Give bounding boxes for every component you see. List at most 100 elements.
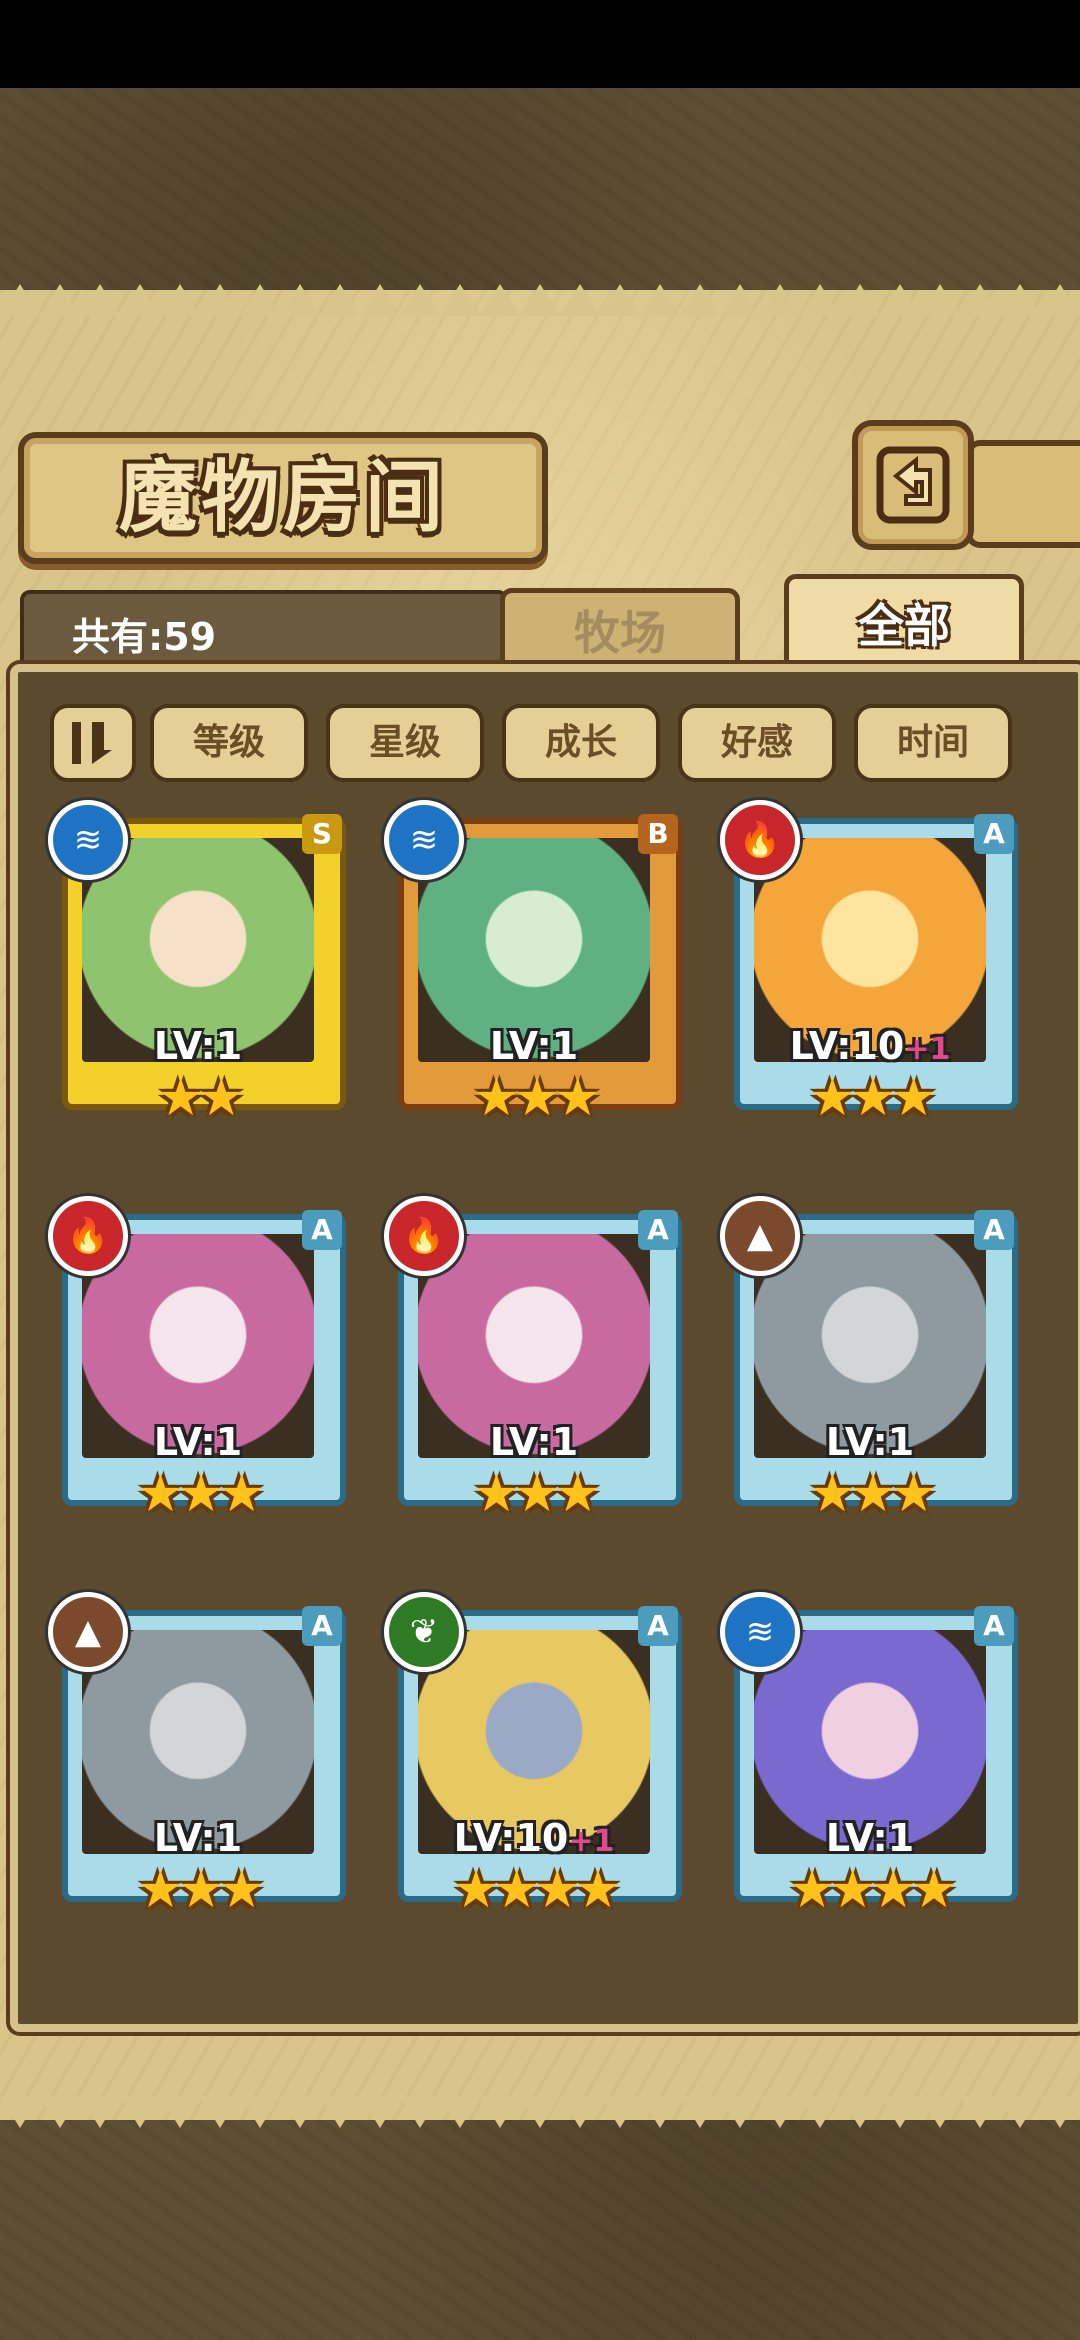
monster-card[interactable]: 🔥 A LV:1 ★★★ <box>48 1196 348 1526</box>
star-icon: ★ <box>513 1464 561 1524</box>
level-text: LV:1 <box>153 1816 243 1860</box>
return-arrow-icon <box>876 446 950 524</box>
star-icon: ★ <box>829 1860 876 1920</box>
rank-badge: A <box>974 814 1014 854</box>
star-icon: ★ <box>574 1860 622 1920</box>
level-label: LV:1 <box>82 1420 314 1464</box>
monster-card[interactable]: 🔥 A LV:1 ★★★ <box>384 1196 684 1526</box>
back-button-extension <box>966 440 1080 548</box>
star-icon: ★ <box>198 1068 245 1128</box>
star-icon: ★ <box>473 1464 520 1524</box>
rank-badge: A <box>974 1606 1014 1646</box>
top-zigzag-border <box>0 284 1080 316</box>
star-icon: ★ <box>809 1464 856 1524</box>
star-icon: ★ <box>218 1860 265 1920</box>
level-text: LV:1 <box>489 1420 579 1464</box>
rank-badge: A <box>302 1210 342 1250</box>
star-icon: ★ <box>218 1464 265 1524</box>
level-label: LV:1 <box>418 1024 650 1068</box>
wood-element-icon: ❦ <box>384 1592 464 1672</box>
star-icon: ★ <box>513 1068 561 1128</box>
level-label: LV:1 <box>754 1816 986 1860</box>
star-icon: ★ <box>554 1068 601 1128</box>
water-element-icon: ≋ <box>48 800 128 880</box>
rank-badge: A <box>638 1210 678 1250</box>
water-element-icon: ≋ <box>384 800 464 880</box>
title-plate: 魔物房间 <box>18 432 548 564</box>
star-rating: ★★ <box>48 1068 348 1128</box>
star-rating: ★★★★ <box>384 1860 684 1920</box>
level-text: LV:1 <box>825 1420 915 1464</box>
sort-level-button[interactable]: 等级 <box>150 704 308 782</box>
level-label: LV:1 <box>754 1420 986 1464</box>
monster-card[interactable]: ▲ A LV:1 ★★★ <box>48 1592 348 1922</box>
sort-time-button[interactable]: 时间 <box>854 704 1012 782</box>
star-rating: ★★★ <box>48 1464 348 1524</box>
star-icon: ★ <box>534 1860 581 1920</box>
sort-growth-button[interactable]: 成长 <box>502 704 660 782</box>
rank-badge: A <box>302 1606 342 1646</box>
monster-card[interactable]: ≋ B LV:1 ★★★ <box>384 800 684 1130</box>
monster-card[interactable]: ≋ A LV:1 ★★★★ <box>720 1592 1020 1922</box>
level-label: LV:10+1 <box>754 1024 986 1068</box>
tab-all[interactable]: 全部 <box>784 574 1024 673</box>
bottom-zigzag-border <box>0 2096 1080 2128</box>
star-icon: ★ <box>788 1860 836 1920</box>
star-rating: ★★★ <box>384 1464 684 1524</box>
star-icon: ★ <box>473 1068 520 1128</box>
monster-count: 共有:59 <box>72 615 217 659</box>
sort-star-button[interactable]: 星级 <box>326 704 484 782</box>
star-icon: ★ <box>554 1464 601 1524</box>
rank-badge: A <box>974 1210 1014 1250</box>
level-text: LV:10 <box>789 1024 905 1068</box>
level-label: LV:1 <box>418 1420 650 1464</box>
fire-element-icon: 🔥 <box>48 1196 128 1276</box>
star-icon: ★ <box>157 1068 204 1128</box>
star-rating: ★★★ <box>720 1464 1020 1524</box>
star-rating: ★★★ <box>48 1860 348 1920</box>
star-icon: ★ <box>137 1464 184 1524</box>
rank-badge: B <box>638 814 678 854</box>
earth-element-icon: ▲ <box>48 1592 128 1672</box>
back-button[interactable] <box>852 420 974 550</box>
fire-element-icon: 🔥 <box>384 1196 464 1276</box>
level-bonus: +1 <box>568 1824 615 1859</box>
page-title: 魔物房间 <box>118 453 447 543</box>
star-icon: ★ <box>493 1860 540 1920</box>
sort-affinity-button[interactable]: 好感 <box>678 704 836 782</box>
star-icon: ★ <box>870 1860 917 1920</box>
star-rating: ★★★ <box>720 1068 1020 1128</box>
star-icon: ★ <box>809 1068 856 1128</box>
star-rating: ★★★★ <box>720 1860 1020 1920</box>
level-text: LV:1 <box>489 1024 579 1068</box>
sort-order-icon <box>72 722 112 764</box>
level-label: LV:1 <box>82 1816 314 1860</box>
star-icon: ★ <box>910 1860 958 1920</box>
star-icon: ★ <box>890 1068 937 1128</box>
status-bar <box>0 0 1080 88</box>
star-icon: ★ <box>137 1860 184 1920</box>
level-text: LV:1 <box>153 1024 243 1068</box>
level-label: LV:1 <box>82 1024 314 1068</box>
fire-element-icon: 🔥 <box>720 800 800 880</box>
level-text: LV:1 <box>153 1420 243 1464</box>
monster-card[interactable]: ❦ A LV:10+1 ★★★★ <box>384 1592 684 1922</box>
earth-element-icon: ▲ <box>720 1196 800 1276</box>
water-element-icon: ≋ <box>720 1592 800 1672</box>
star-icon: ★ <box>890 1464 937 1524</box>
rank-badge: S <box>302 814 342 854</box>
level-text: LV:10 <box>453 1816 569 1860</box>
tab-pasture[interactable]: 牧场 <box>500 588 740 673</box>
star-rating: ★★★ <box>384 1068 684 1128</box>
level-label: LV:10+1 <box>418 1816 650 1860</box>
monster-card[interactable]: 🔥 A LV:10+1 ★★★ <box>720 800 1020 1130</box>
monster-card[interactable]: ≋ S LV:1 ★★ <box>48 800 348 1130</box>
star-icon: ★ <box>177 1860 225 1920</box>
sort-order-toggle[interactable] <box>50 704 136 782</box>
monster-card[interactable]: ▲ A LV:1 ★★★ <box>720 1196 1020 1526</box>
level-bonus: +1 <box>904 1032 951 1067</box>
star-icon: ★ <box>849 1464 897 1524</box>
sort-bar: 等级 星级 成长 好感 时间 <box>42 700 1042 782</box>
level-text: LV:1 <box>825 1816 915 1860</box>
star-icon: ★ <box>849 1068 897 1128</box>
